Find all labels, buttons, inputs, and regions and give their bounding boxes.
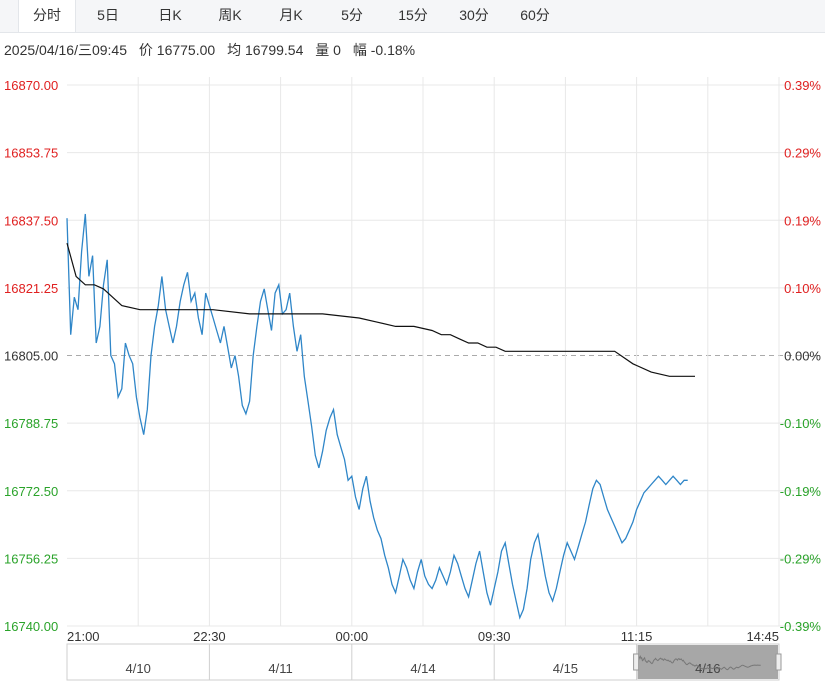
y-tick-label-right: -0.39%: [780, 619, 822, 634]
intraday-chart[interactable]: 16870.00 0.39% 16853.75 0.29% 16837.50 0.19% 1…: [0, 0, 825, 686]
y-tick-label-right: -0.29%: [780, 551, 822, 566]
navigator-handle-right[interactable]: [775, 653, 782, 671]
y-tick-label-right: 0.10%: [784, 281, 821, 296]
price-series-line: [66, 213, 688, 620]
x-tick-label: 14:45: [746, 629, 779, 644]
y-tick-label-left: 16837.50: [4, 213, 58, 228]
navigator-date-label[interactable]: 4/10: [126, 661, 151, 676]
y-tick-label-left: 16772.50: [4, 484, 58, 499]
navigator-date-label[interactable]: 4/11: [268, 661, 292, 676]
y-tick-label-right: 0.29%: [784, 146, 821, 161]
y-tick-label-left: 16805.00: [4, 349, 58, 364]
y-tick-label-left: 16740.00: [4, 619, 58, 634]
x-tick-label: 22:30: [193, 629, 226, 644]
x-tick-label: 21:00: [67, 629, 100, 644]
y-tick-label-left: 16870.00: [4, 78, 58, 93]
navigator-date-label[interactable]: 4/14: [410, 661, 435, 676]
x-tick-label: 09:30: [478, 629, 511, 644]
y-tick-label-left: 16756.25: [4, 551, 58, 566]
y-tick-label-left: 16853.75: [4, 146, 58, 161]
y-tick-label-right: 0.00%: [784, 349, 821, 364]
y-tick-label-right: -0.19%: [780, 484, 822, 499]
y-tick-label-right: 0.19%: [784, 213, 821, 228]
y-tick-label-right: -0.10%: [780, 416, 822, 431]
y-tick-label-left: 16788.75: [4, 416, 58, 431]
average-series-line: [66, 242, 695, 377]
y-tick-label-right: 0.39%: [784, 78, 821, 93]
y-tick-label-left: 16821.25: [4, 281, 58, 296]
navigator-handle-left[interactable]: [633, 653, 640, 671]
x-tick-label: 00:00: [336, 629, 369, 644]
navigator-date-label[interactable]: 4/15: [553, 661, 578, 676]
x-tick-label: 11:15: [621, 629, 653, 644]
